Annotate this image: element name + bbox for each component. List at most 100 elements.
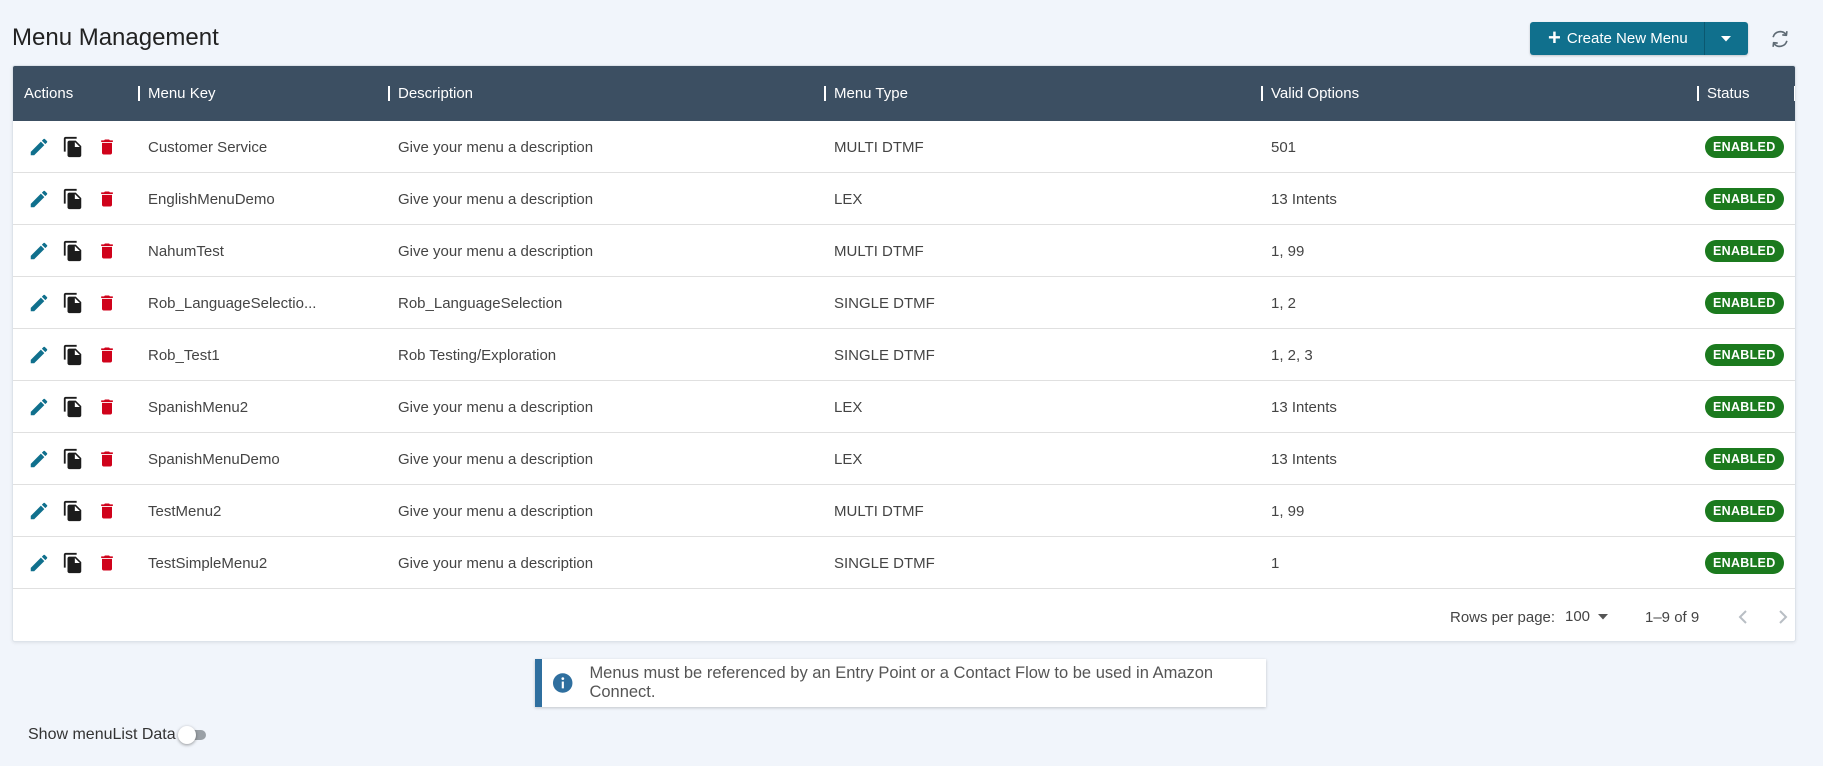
row-actions [27,537,119,589]
trash-icon[interactable] [95,187,119,211]
plus-icon: + [1548,24,1561,50]
rows-per-page-select[interactable]: 100 [1565,608,1609,625]
menu-type-cell: LEX [834,450,863,468]
header-description[interactable]: Description [388,66,473,121]
trash-icon[interactable] [95,395,119,419]
status-cell: ENABLED [1705,537,1784,589]
menu-type-cell: SINGLE DTMF [834,554,935,572]
status-cell: ENABLED [1705,433,1784,485]
menu-type-cell: LEX [834,190,863,208]
chevron-left-icon [1738,610,1747,624]
table-row: TestMenu2 Give your menu a description MUL… [13,485,1795,537]
show-menulist-toggle[interactable] [177,726,208,744]
valid-options-cell: 13 Intents [1271,190,1337,208]
refresh-icon [1772,30,1788,48]
page-range: 1–9 of 9 [1645,609,1700,626]
valid-options-cell: 1 [1271,554,1280,572]
valid-options-cell: 501 [1271,138,1297,156]
table-row: SpanishMenu2 Give your menu a description… [13,381,1795,433]
table-row: NahumTest Give your menu a description MUL… [13,225,1795,277]
copy-icon[interactable] [61,239,85,263]
status-badge: ENABLED [1705,396,1784,418]
description-cell: Give your menu a description [398,190,594,208]
status-cell: ENABLED [1705,121,1784,173]
pencil-icon[interactable] [27,291,51,315]
description-cell: Give your menu a description [398,554,594,572]
create-new-menu-button[interactable]: + Create New Menu [1530,22,1704,55]
menu-key-cell: TestSimpleMenu2 [148,554,268,572]
copy-icon[interactable] [61,447,85,471]
pencil-icon[interactable] [27,187,51,211]
description-cell: Give your menu a description [398,242,594,260]
trash-icon[interactable] [95,499,119,523]
trash-icon[interactable] [95,447,119,471]
valid-options-cell: 1, 99 [1271,502,1305,520]
info-banner: Menus must be referenced by an Entry Poi… [535,659,1266,707]
status-badge: ENABLED [1705,344,1784,366]
refresh-button[interactable] [1765,25,1795,53]
row-actions [27,329,119,381]
next-page-button[interactable] [1771,605,1795,629]
trash-icon[interactable] [95,135,119,159]
table-row: EnglishMenuDemo Give your menu a descript… [13,173,1795,225]
description-cell: Give your menu a description [398,450,594,468]
trash-icon[interactable] [95,551,119,575]
table-pagination: Rows per page: 100 1–9 of 9 [13,591,1795,641]
table-row: Rob_LanguageSelectio... Rob_LanguageSelec… [13,277,1795,329]
pencil-icon[interactable] [27,135,51,159]
copy-icon[interactable] [61,499,85,523]
copy-icon[interactable] [61,343,85,367]
create-menu-button-group: + Create New Menu [1530,22,1748,55]
status-cell: ENABLED [1705,173,1784,225]
menu-key-cell: SpanishMenu2 [148,398,249,416]
pencil-icon[interactable] [27,239,51,263]
status-badge: ENABLED [1705,500,1784,522]
copy-icon[interactable] [61,187,85,211]
pencil-icon[interactable] [27,343,51,367]
header-valid-options[interactable]: Valid Options [1261,66,1360,121]
pencil-icon[interactable] [27,551,51,575]
status-cell: ENABLED [1705,225,1784,277]
description-cell: Rob_LanguageSelection [398,294,563,312]
menu-key-cell: SpanishMenuDemo [148,450,280,468]
pencil-icon[interactable] [27,499,51,523]
table-row: SpanishMenuDemo Give your menu a descript… [13,433,1795,485]
description-cell: Give your menu a description [398,138,594,156]
page-title: Menu Management [12,24,219,51]
rows-per-page-label: Rows per page: [1450,609,1556,626]
pencil-icon[interactable] [27,395,51,419]
valid-options-cell: 13 Intents [1271,450,1337,468]
row-actions [27,485,119,537]
row-actions [27,277,119,329]
header-menu-key-label: Menu Key [148,85,216,102]
header-menu-key[interactable]: Menu Key [138,66,216,121]
copy-icon[interactable] [61,135,85,159]
status-badge: ENABLED [1705,136,1784,158]
menu-type-cell: MULTI DTMF [834,502,924,520]
info-banner-text: Menus must be referenced by an Entry Poi… [589,664,1214,701]
copy-icon[interactable] [61,395,85,419]
status-cell: ENABLED [1705,381,1784,433]
create-menu-dropdown-button[interactable] [1703,22,1748,55]
trash-icon[interactable] [95,291,119,315]
table-body: Customer Service Give your menu a descrip… [13,121,1795,589]
trash-icon[interactable] [95,343,119,367]
copy-icon[interactable] [61,551,85,575]
status-cell: ENABLED [1705,485,1784,537]
menu-type-cell: SINGLE DTMF [834,346,935,364]
rows-per-page-value: 100 [1565,608,1591,625]
menu-table: Actions Menu Key Description Menu Type V… [12,65,1796,642]
header-status[interactable]: Status [1697,66,1750,121]
copy-icon[interactable] [61,291,85,315]
trash-icon[interactable] [95,239,119,263]
header-menu-type[interactable]: Menu Type [824,66,908,121]
row-actions [27,225,119,277]
menu-key-cell: TestMenu2 [148,502,222,520]
menu-key-cell: NahumTest [148,242,224,260]
status-badge: ENABLED [1705,448,1784,470]
table-row: TestSimpleMenu2 Give your menu a descript… [13,537,1795,589]
pencil-icon[interactable] [27,447,51,471]
header-valid-options-label: Valid Options [1271,85,1360,102]
previous-page-button[interactable] [1731,605,1755,629]
info-icon [552,673,573,693]
